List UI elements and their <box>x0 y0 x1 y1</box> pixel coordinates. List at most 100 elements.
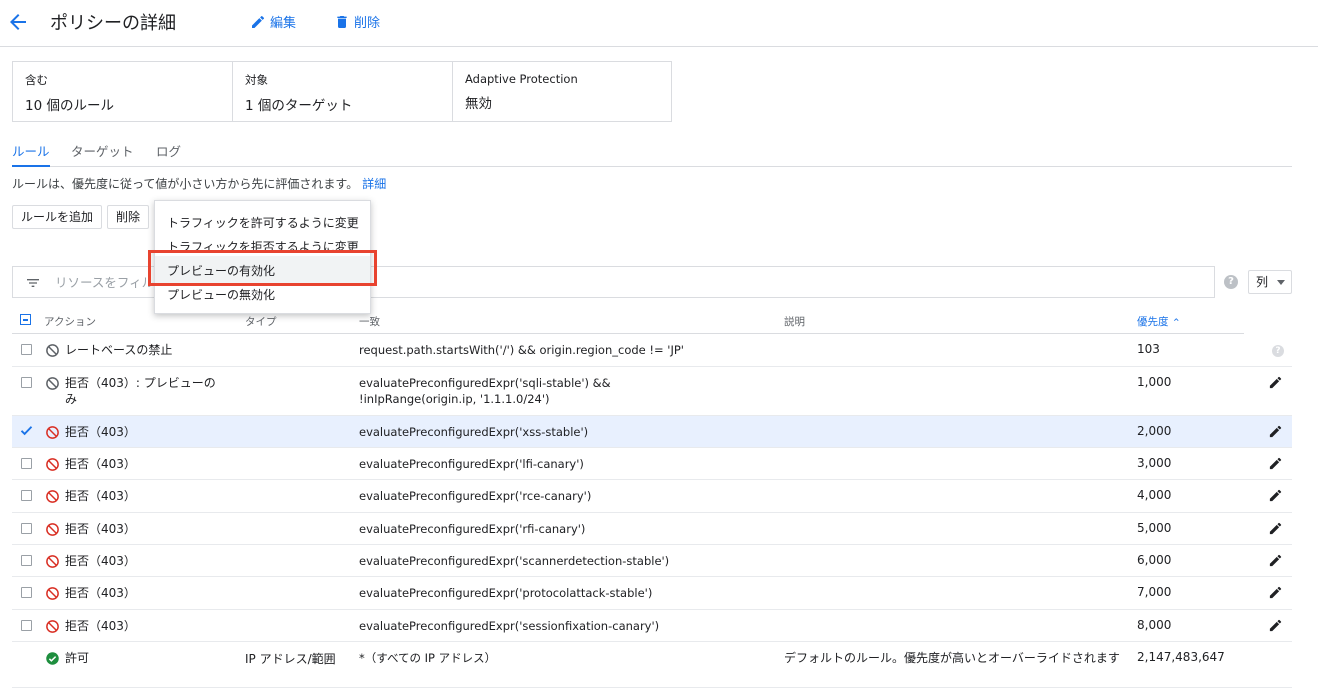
col-priority[interactable]: 優先度 ⌃ <box>1137 314 1181 329</box>
row-action: 許可 <box>65 651 90 665</box>
summary-targets-value: 1 個のターゲット <box>245 98 353 114</box>
row-action: 拒否（403） <box>65 619 136 633</box>
columns-button[interactable]: 列 <box>1248 270 1292 294</box>
row-checkbox[interactable] <box>21 555 32 566</box>
col-priority-label: 優先度 <box>1137 316 1169 328</box>
col-action[interactable]: アクション <box>44 314 96 329</box>
table-row[interactable]: 拒否（403） evaluatePreconfiguredExpr('rce-ca… <box>12 480 1292 513</box>
caret-down-icon <box>1277 280 1285 285</box>
row-action: 拒否（403） <box>65 489 136 503</box>
row-priority: 7,000 <box>1137 585 1172 599</box>
summary-adaptive-value: 無効 <box>465 96 492 112</box>
summary-targets-label: 対象 <box>245 73 268 87</box>
table-row[interactable]: 拒否（403）: プレビューのみ evaluatePreconfiguredExp… <box>12 367 1292 416</box>
table-row[interactable]: 拒否（403） evaluatePreconfiguredExpr('protoc… <box>12 577 1292 610</box>
help-icon[interactable]: ? <box>1272 345 1284 357</box>
row-action: 拒否（403） <box>65 457 136 471</box>
row-checkbox[interactable] <box>21 523 32 534</box>
menu-item-allow-traffic[interactable]: トラフィックを許可するように変更 <box>167 214 359 231</box>
sort-ascending-icon: ⌃ <box>1171 317 1181 329</box>
row-priority: 2,000 <box>1137 424 1172 438</box>
tab-logs[interactable]: ログ <box>156 141 181 167</box>
add-rule-button[interactable]: ルールを追加 <box>12 205 103 229</box>
edit-rule-icon[interactable] <box>1268 488 1283 503</box>
table-row[interactable]: 拒否（403） evaluatePreconfiguredExpr('xss-st… <box>12 416 1292 448</box>
row-match: evaluatePreconfiguredExpr('lfi-canary') <box>359 457 584 471</box>
table-row[interactable]: 拒否（403） evaluatePreconfiguredExpr('rfi-ca… <box>12 513 1292 545</box>
rules-info-message: ルールは、優先度に従って値が小さい方から先に評価されます。 <box>12 177 359 191</box>
row-priority: 103 <box>1137 342 1160 356</box>
tab-rules[interactable]: ルール <box>12 141 50 167</box>
ban-red-icon <box>45 489 60 504</box>
row-priority: 2,147,483,647 <box>1137 650 1225 664</box>
row-match: evaluatePreconfiguredExpr('rce-canary') <box>359 489 592 503</box>
row-checkbox[interactable] <box>21 490 32 501</box>
ban-red-icon <box>45 619 60 634</box>
summary-includes-value: 10 個のルール <box>25 98 114 114</box>
row-action: レートベースの禁止 <box>65 343 173 357</box>
tab-targets[interactable]: ターゲット <box>71 141 134 167</box>
edit-button[interactable]: 編集 <box>250 12 296 31</box>
ban-red-icon <box>45 425 60 440</box>
col-type[interactable]: タイプ <box>245 314 277 329</box>
edit-rule-icon[interactable] <box>1268 585 1283 600</box>
table-row[interactable]: レートベースの禁止 request.path.startsWith('/') &&… <box>12 334 1292 367</box>
row-priority: 8,000 <box>1137 618 1172 632</box>
ban-gray-icon <box>45 376 60 391</box>
row-priority: 4,000 <box>1137 488 1172 502</box>
trash-icon <box>337 15 347 28</box>
table-row[interactable]: 拒否（403） evaluatePreconfiguredExpr('lfi-ca… <box>12 448 1292 480</box>
pencil-icon <box>252 15 265 28</box>
menu-item-deny-traffic[interactable]: トラフィックを拒否するように変更 <box>167 238 359 255</box>
row-match: *（すべての IP アドレス） <box>359 651 497 665</box>
delete-policy-button[interactable]: 削除 <box>334 12 380 31</box>
help-icon[interactable]: ? <box>1224 275 1238 289</box>
rules-info-text: ルールは、優先度に従って値が小さい方から先に評価されます。 詳細 <box>12 175 386 192</box>
row-checkbox[interactable] <box>21 377 32 388</box>
summary-adaptive: Adaptive Protection 無効 <box>453 62 671 121</box>
row-match: evaluatePreconfiguredExpr('xss-stable') <box>359 425 589 439</box>
allow-check-icon <box>45 651 60 666</box>
table-row[interactable]: 許可 IP アドレス/範囲 *（すべての IP アドレス） デフォルトのルール。優先度… <box>12 642 1292 688</box>
row-match: evaluatePreconfiguredExpr('protocolattac… <box>359 586 653 600</box>
tab-bar: ルール ターゲット ログ <box>12 140 1292 167</box>
back-arrow-icon[interactable] <box>6 10 30 34</box>
ban-gray-icon <box>45 343 60 358</box>
menu-item-disable-preview[interactable]: プレビューの無効化 <box>167 286 275 303</box>
row-checkbox[interactable] <box>20 426 33 437</box>
ban-red-icon <box>45 554 60 569</box>
row-checkbox[interactable] <box>21 458 32 469</box>
page-header: ポリシーの詳細 編集 削除 <box>0 0 1318 47</box>
columns-button-label: 列 <box>1256 275 1269 289</box>
bulk-action-menu: トラフィックを許可するように変更 トラフィックを拒否するように変更 プレビューの… <box>154 200 371 314</box>
row-action: 拒否（403）: プレビューのみ <box>65 376 216 406</box>
row-priority: 3,000 <box>1137 456 1172 470</box>
row-match: evaluatePreconfiguredExpr('scannerdetect… <box>359 554 670 568</box>
edit-rule-icon[interactable] <box>1268 375 1283 390</box>
row-checkbox[interactable] <box>21 620 32 631</box>
row-priority: 1,000 <box>1137 375 1172 389</box>
row-checkbox[interactable] <box>21 344 32 355</box>
edit-rule-icon[interactable] <box>1268 553 1283 568</box>
row-priority: 5,000 <box>1137 521 1172 535</box>
summary-rules: 含む 10 個のルール <box>13 62 233 121</box>
learn-more-link[interactable]: 詳細 <box>362 177 386 191</box>
row-checkbox[interactable] <box>21 587 32 598</box>
edit-rule-icon[interactable] <box>1268 618 1283 633</box>
table-row[interactable]: 拒否（403） evaluatePreconfiguredExpr('scanne… <box>12 545 1292 577</box>
policy-summary: 含む 10 個のルール 対象 1 個のターゲット Adaptive Protec… <box>12 61 672 122</box>
ban-red-icon <box>45 522 60 537</box>
edit-rule-icon[interactable] <box>1268 521 1283 536</box>
edit-rule-icon[interactable] <box>1268 424 1283 439</box>
col-description[interactable]: 説明 <box>784 314 805 329</box>
col-match[interactable]: 一致 <box>359 314 380 329</box>
edit-button-label: 編集 <box>270 16 297 31</box>
table-row[interactable]: 拒否（403） evaluatePreconfiguredExpr('sessio… <box>12 610 1292 642</box>
edit-rule-icon[interactable] <box>1268 456 1283 471</box>
row-type: IP アドレス/範囲 <box>245 652 336 666</box>
row-action: 拒否（403） <box>65 554 136 568</box>
select-all-checkbox[interactable] <box>20 314 31 325</box>
delete-rule-button[interactable]: 削除 <box>107 205 150 229</box>
ban-red-icon <box>45 586 60 601</box>
menu-item-enable-preview[interactable]: プレビューの有効化 <box>167 262 275 279</box>
